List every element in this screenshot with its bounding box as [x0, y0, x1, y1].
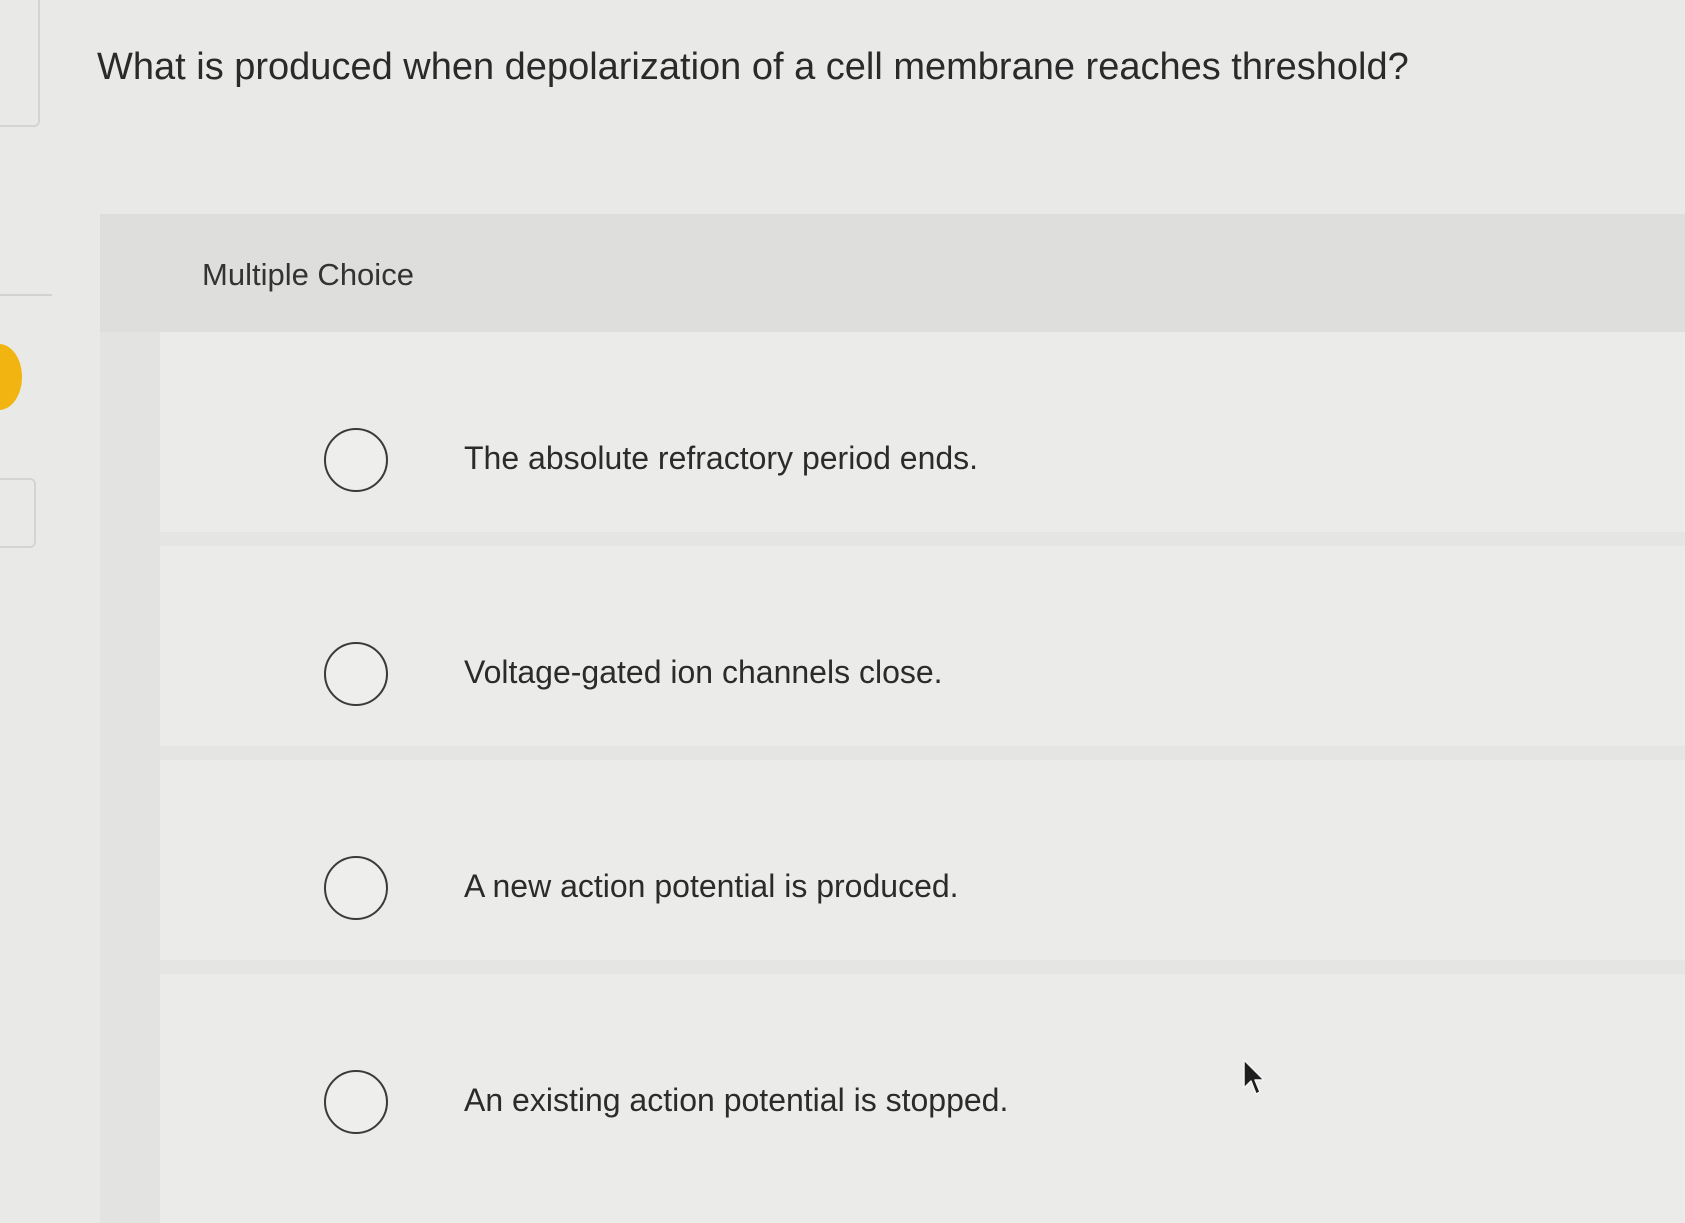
option-separator: [160, 746, 1685, 760]
radio-unchecked-icon[interactable]: [324, 428, 388, 492]
option-separator: [160, 532, 1685, 546]
radio-unchecked-icon[interactable]: [324, 856, 388, 920]
option-a[interactable]: The absolute refractory period ends.: [160, 332, 1685, 532]
option-b-label[interactable]: Voltage-gated ion channels close.: [464, 652, 943, 692]
question-text: What is produced when depolarization of …: [97, 46, 1409, 88]
edge-tab-top: [0, 0, 40, 127]
radio-unchecked-icon[interactable]: [324, 1070, 388, 1134]
option-d[interactable]: An existing action potential is stopped.: [160, 974, 1685, 1223]
option-c-label[interactable]: A new action potential is produced.: [464, 866, 959, 906]
option-c[interactable]: A new action potential is produced.: [160, 760, 1685, 960]
answer-panel: Multiple Choice The absolute refractory …: [100, 214, 1685, 1223]
mouse-pointer-icon: [1243, 1059, 1265, 1095]
options-list: The absolute refractory period ends. Vol…: [160, 332, 1685, 1223]
progress-marker: [0, 344, 22, 410]
edge-tab-middle: [0, 478, 36, 548]
question-type-label: Multiple Choice: [202, 257, 414, 292]
answer-panel-header: Multiple Choice: [100, 214, 1685, 332]
option-b[interactable]: Voltage-gated ion channels close.: [160, 546, 1685, 746]
left-edge-panel: [0, 0, 52, 1223]
option-a-label[interactable]: The absolute refractory period ends.: [464, 438, 978, 478]
edge-divider: [0, 294, 52, 296]
option-d-label[interactable]: An existing action potential is stopped.: [464, 1080, 1008, 1120]
radio-unchecked-icon[interactable]: [324, 642, 388, 706]
option-separator: [160, 960, 1685, 974]
